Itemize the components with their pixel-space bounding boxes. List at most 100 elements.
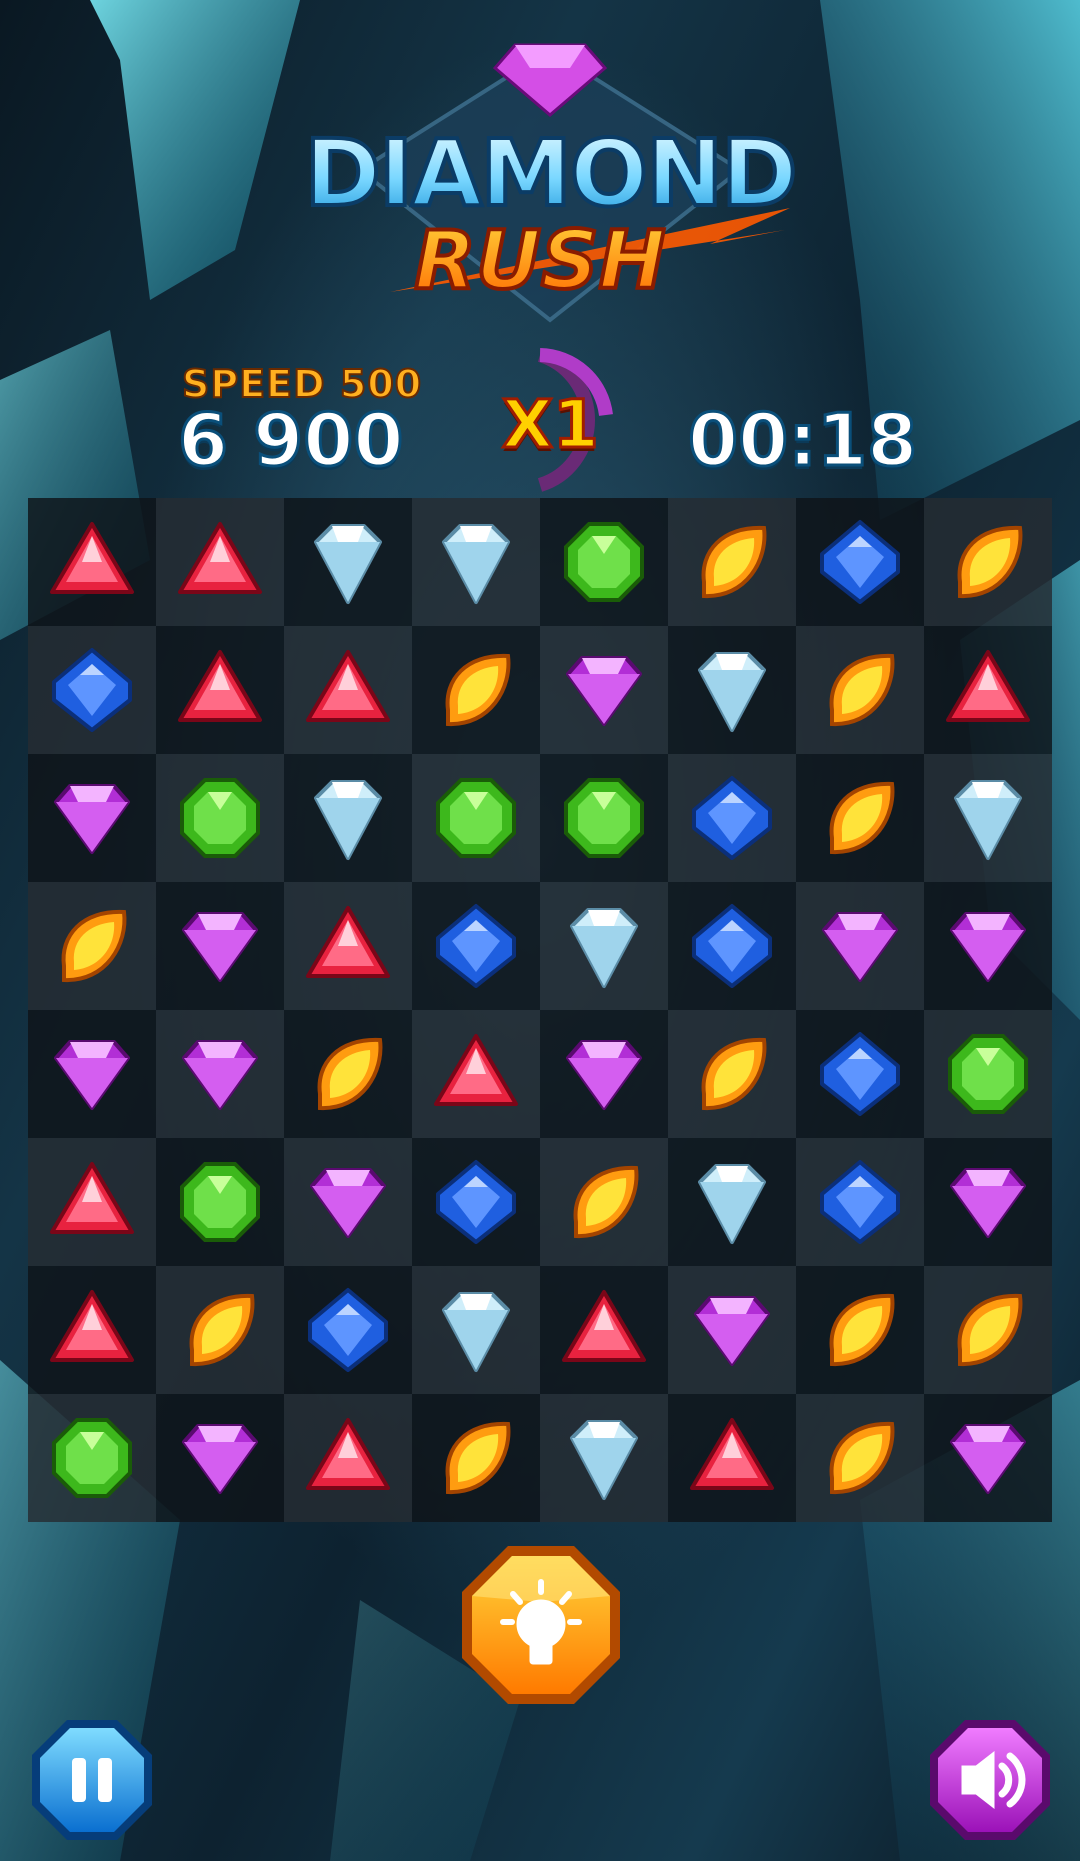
- board-cell[interactable]: [156, 882, 284, 1010]
- board-cell[interactable]: [156, 1010, 284, 1138]
- board-cell[interactable]: [924, 1394, 1052, 1522]
- blue-gem-icon: [820, 1032, 900, 1116]
- board-cell[interactable]: [28, 882, 156, 1010]
- board-cell[interactable]: [668, 1138, 796, 1266]
- pause-button[interactable]: [30, 1718, 154, 1842]
- board-cell[interactable]: [924, 626, 1052, 754]
- board-cell[interactable]: [284, 1138, 412, 1266]
- board-cell[interactable]: [924, 882, 1052, 1010]
- board-cell[interactable]: [412, 1266, 540, 1394]
- green-gem-icon: [180, 778, 260, 858]
- board-cell[interactable]: [540, 1266, 668, 1394]
- board-cell[interactable]: [412, 626, 540, 754]
- board-cell[interactable]: [28, 626, 156, 754]
- orange-gem-icon: [445, 653, 511, 727]
- board-cell[interactable]: [412, 498, 540, 626]
- green-gem-icon: [948, 1034, 1028, 1114]
- board-cell[interactable]: [540, 1010, 668, 1138]
- board-cell[interactable]: [284, 626, 412, 754]
- board-cell[interactable]: [924, 754, 1052, 882]
- red-gem-icon: [306, 906, 390, 978]
- orange-gem-icon: [957, 1293, 1023, 1367]
- board-cell[interactable]: [796, 498, 924, 626]
- board-cell[interactable]: [668, 1010, 796, 1138]
- board-cell[interactable]: [412, 1138, 540, 1266]
- board-cell[interactable]: [28, 754, 156, 882]
- board-cell[interactable]: [924, 1266, 1052, 1394]
- board-cell[interactable]: [412, 1010, 540, 1138]
- orange-gem-icon: [829, 653, 895, 727]
- hint-button[interactable]: [458, 1542, 624, 1708]
- board-cell[interactable]: [668, 1394, 796, 1522]
- board-cell[interactable]: [924, 1010, 1052, 1138]
- board-cell[interactable]: [284, 754, 412, 882]
- blue-gem-icon: [436, 1160, 516, 1244]
- board-cell[interactable]: [796, 1138, 924, 1266]
- orange-gem-icon: [61, 909, 127, 983]
- white-gem-icon: [314, 524, 382, 604]
- board-cell[interactable]: [796, 626, 924, 754]
- board-cell[interactable]: [284, 498, 412, 626]
- orange-gem-icon: [573, 1165, 639, 1239]
- board-cell[interactable]: [540, 1394, 668, 1522]
- green-gem-icon: [180, 1162, 260, 1242]
- blue-gem-icon: [436, 904, 516, 988]
- board-cell[interactable]: [668, 882, 796, 1010]
- board-cell[interactable]: [796, 1010, 924, 1138]
- orange-gem-icon: [829, 1293, 895, 1367]
- logo-title-line2: RUSH: [414, 214, 665, 307]
- board-cell[interactable]: [668, 626, 796, 754]
- board-cell[interactable]: [284, 882, 412, 1010]
- board-cell[interactable]: [540, 626, 668, 754]
- purple-gem-icon: [182, 912, 258, 982]
- green-gem-icon: [564, 522, 644, 602]
- sound-button[interactable]: [928, 1718, 1052, 1842]
- board-cell[interactable]: [412, 754, 540, 882]
- board-cell[interactable]: [668, 1266, 796, 1394]
- board-cell[interactable]: [924, 498, 1052, 626]
- blue-gem-icon: [52, 648, 132, 732]
- board-cell[interactable]: [28, 1010, 156, 1138]
- board-cell[interactable]: [156, 754, 284, 882]
- red-gem-icon: [562, 1290, 646, 1362]
- board-cell[interactable]: [284, 1394, 412, 1522]
- board-cell[interactable]: [28, 1138, 156, 1266]
- red-gem-icon: [306, 650, 390, 722]
- board-cell[interactable]: [156, 1138, 284, 1266]
- green-gem-icon: [52, 1418, 132, 1498]
- blue-gem-icon: [308, 1288, 388, 1372]
- board-cell[interactable]: [540, 498, 668, 626]
- board-cell[interactable]: [796, 1266, 924, 1394]
- board-cell[interactable]: [28, 1266, 156, 1394]
- board-cell[interactable]: [156, 626, 284, 754]
- purple-gem-icon: [950, 912, 1026, 982]
- purple-gem-icon: [182, 1040, 258, 1110]
- board-cell[interactable]: [796, 1394, 924, 1522]
- board-cell[interactable]: [540, 754, 668, 882]
- board-cell[interactable]: [28, 1394, 156, 1522]
- board-cell[interactable]: [28, 498, 156, 626]
- game-logo: DIAMOND RUSH: [303, 43, 799, 323]
- board-cell[interactable]: [796, 754, 924, 882]
- board-cell[interactable]: [668, 754, 796, 882]
- board-cell[interactable]: [668, 498, 796, 626]
- board-cell[interactable]: [924, 1138, 1052, 1266]
- purple-gem-icon: [566, 1040, 642, 1110]
- board-cell[interactable]: [412, 1394, 540, 1522]
- white-gem-icon: [442, 524, 510, 604]
- board-cell[interactable]: [412, 882, 540, 1010]
- board-cell[interactable]: [540, 1138, 668, 1266]
- board-cell[interactable]: [284, 1010, 412, 1138]
- board-cell[interactable]: [540, 882, 668, 1010]
- score-value: 6 900: [176, 397, 404, 484]
- board-cell[interactable]: [156, 498, 284, 626]
- purple-gem-icon: [950, 1168, 1026, 1238]
- purple-gem-icon: [182, 1424, 258, 1494]
- board-cell[interactable]: [156, 1266, 284, 1394]
- red-gem-icon: [50, 522, 134, 594]
- purple-gem-icon: [54, 784, 130, 854]
- board-cell[interactable]: [156, 1394, 284, 1522]
- blue-gem-icon: [692, 904, 772, 988]
- board-cell[interactable]: [284, 1266, 412, 1394]
- board-cell[interactable]: [796, 882, 924, 1010]
